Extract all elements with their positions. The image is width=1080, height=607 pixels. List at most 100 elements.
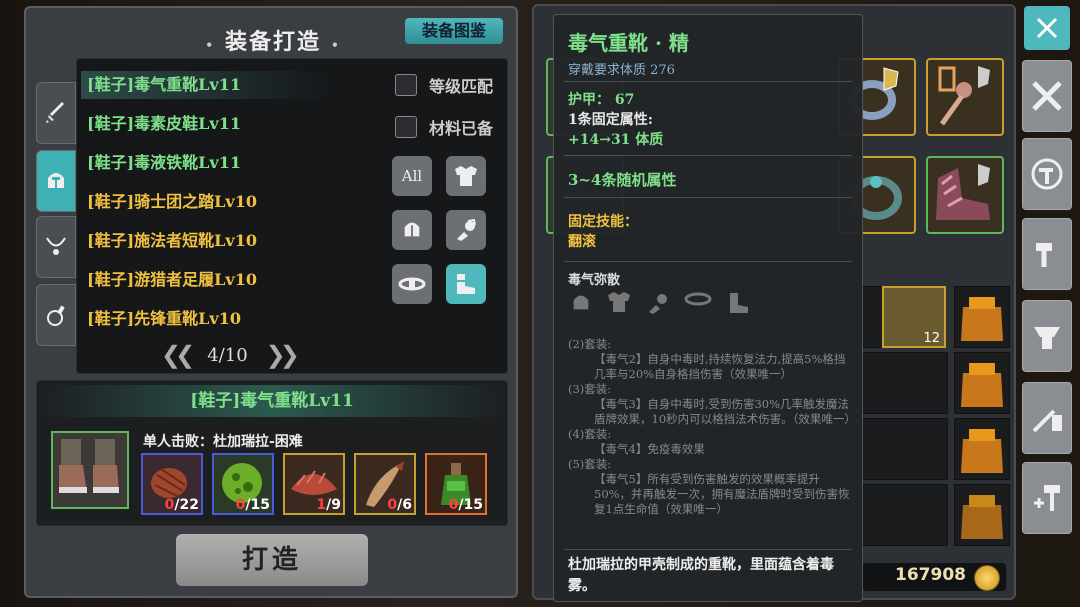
tab-armor[interactable] [36, 150, 76, 212]
skill-name: 翻滚 [568, 234, 596, 250]
forge-button[interactable] [1022, 138, 1072, 210]
inventory-cell[interactable] [862, 418, 948, 480]
close-button[interactable] [1024, 6, 1070, 50]
material-have-count: 1 [316, 497, 327, 513]
inventory-cell[interactable] [954, 484, 1010, 546]
material-slot[interactable]: 0/22 [141, 453, 203, 515]
material-slot[interactable]: 1/9 [283, 453, 345, 515]
material-have-count: 0 [448, 497, 459, 513]
skill-title: 固定技能： [568, 214, 638, 230]
set-bonus-head: (4)套装: [568, 427, 612, 441]
item-tooltip: 毒气重靴 · 精 穿戴要求体质 276 护甲： 67 1条固定属性: +14→3… [553, 14, 863, 602]
level-match-toggle[interactable]: 等级匹配 [395, 73, 493, 97]
boots-icon [453, 272, 479, 296]
enhance-button[interactable] [1022, 462, 1072, 534]
set-bonus-text: 【毒气5】所有受到伤害触发的效果概率提升50%，并再触发一次，拥有魔法盾牌时受到… [594, 472, 850, 516]
tab-potion[interactable] [36, 284, 76, 346]
list-item[interactable]: [鞋子]骑士团之踏Lv10 [87, 188, 257, 216]
potion-icon [44, 303, 68, 327]
filter-chest-button[interactable] [446, 156, 486, 196]
smith-button[interactable] [1022, 218, 1072, 290]
divider [564, 549, 852, 550]
material-need-count: /15 [458, 497, 483, 513]
filter-all-label: All [401, 167, 423, 185]
title-ornament-right: • [331, 38, 341, 52]
material-slot[interactable]: 0/15 [425, 453, 487, 515]
prev-page-icon[interactable]: ❮❮ [161, 341, 195, 369]
set-name: 毒气弥散 [568, 273, 621, 288]
materials-ready-checkbox[interactable] [395, 116, 417, 138]
boots-icon [726, 291, 752, 315]
mace-slot[interactable] [926, 58, 1004, 136]
list-item[interactable]: [鞋子]施法者短靴Lv10 [87, 227, 257, 255]
set-bonus-head: (2)套装: [568, 337, 612, 351]
chest-armor-icon [606, 291, 632, 315]
gauntlet-icon [646, 291, 670, 315]
inventory-cell[interactable] [954, 352, 1010, 414]
anvil-icon [1030, 319, 1064, 353]
inventory-cell[interactable] [954, 418, 1010, 480]
craft-button[interactable]: 打造 [176, 534, 368, 586]
set-bonus-text: 【毒气2】自身中毒时,持续恢复法力,提高5%格挡几率与20%自身格挡伤害（效果唯… [594, 352, 846, 381]
gauntlet-icon [454, 218, 478, 242]
page-indicator: 4/10 [207, 344, 248, 366]
list-item[interactable]: [鞋子]毒液铁靴Lv11 [87, 149, 241, 177]
tab-necklace[interactable] [36, 216, 76, 278]
detail-title: [鞋子]毒气重靴Lv11 [37, 385, 507, 417]
tab-weapon[interactable] [36, 82, 76, 144]
recipe-list: [鞋子]毒气重靴Lv11 [鞋子]毒素皮鞋Lv11 [鞋子]毒液铁靴Lv11 [… [76, 58, 508, 374]
filter-boots-button[interactable] [446, 264, 486, 304]
filter-helmet-button[interactable] [392, 210, 432, 250]
belt-icon [398, 276, 426, 292]
necklace-icon [44, 235, 68, 259]
recipe-detail: [鞋子]毒气重靴Lv11 单人击败：杜加瑞拉-困难 0/22 0/15 1/9 … [36, 380, 508, 526]
hammer-circle-icon [1029, 156, 1065, 192]
hammer-plus-icon [1030, 481, 1064, 515]
filter-gloves-button[interactable] [446, 210, 486, 250]
material-have-count: 0 [235, 497, 246, 513]
list-item[interactable]: [鞋子]毒素皮鞋Lv11 [87, 110, 241, 138]
divider [564, 81, 852, 82]
catalog-button[interactable]: 装备图鉴 [405, 18, 503, 44]
list-item[interactable]: [鞋子]游猎者足履Lv10 [87, 266, 257, 294]
gold-amount: 167908 [895, 565, 966, 585]
set-bonus-text: 【毒气4】免疫毒效果 [594, 442, 705, 456]
inventory-cell[interactable]: 12 [882, 286, 946, 348]
filter-all-button[interactable]: All [392, 156, 432, 196]
helmet-icon [44, 168, 68, 194]
material-slot[interactable]: 0/15 [212, 453, 274, 515]
boots-slot[interactable] [926, 156, 1004, 234]
list-item[interactable]: [鞋子]先锋重靴Lv10 [87, 305, 241, 333]
anvil-button[interactable] [1022, 300, 1072, 372]
bag-icon [955, 353, 1009, 413]
materials-ready-toggle[interactable]: 材料已备 [395, 115, 493, 139]
material-have-count: 0 [164, 497, 175, 513]
inventory-cell[interactable] [954, 286, 1010, 348]
divider [564, 155, 852, 156]
dismantle-button[interactable] [1022, 382, 1072, 454]
pagination: ❮❮ 4/10 ❯❯ [161, 341, 361, 369]
divider [564, 261, 852, 262]
bag-icon [955, 419, 1009, 479]
boots-item-icon [53, 433, 127, 507]
bag-icon [955, 485, 1009, 545]
product-item-slot[interactable] [51, 431, 129, 509]
fixed-attr-value: +14→31 体质 [568, 132, 664, 148]
fixed-attr-title: 1条固定属性: [568, 112, 653, 128]
inventory-cell[interactable] [862, 484, 948, 546]
divider [564, 197, 852, 198]
material-need-count: /9 [326, 497, 341, 513]
level-match-checkbox[interactable] [395, 74, 417, 96]
item-description: 杜加瑞拉的甲壳制成的重靴，里面蕴含着毒雾。 [568, 557, 834, 594]
filter-belt-button[interactable] [392, 264, 432, 304]
wear-requirement: 穿戴要求体质 276 [568, 63, 675, 78]
coin-icon [974, 565, 1000, 591]
inventory-cell[interactable] [862, 352, 948, 414]
next-page-icon[interactable]: ❯❯ [266, 341, 300, 369]
list-item[interactable]: [鞋子]毒气重靴Lv11 [81, 71, 332, 99]
gold-display: 167908 [862, 563, 1006, 591]
set-bonus-list: (2)套装: 【毒气2】自身中毒时,持续恢复法力,提高5%格挡几率与20%自身格… [568, 337, 856, 517]
crossed-weapons-button[interactable] [1022, 60, 1072, 132]
material-slot[interactable]: 0/6 [354, 453, 416, 515]
material-need-count: /22 [174, 497, 199, 513]
